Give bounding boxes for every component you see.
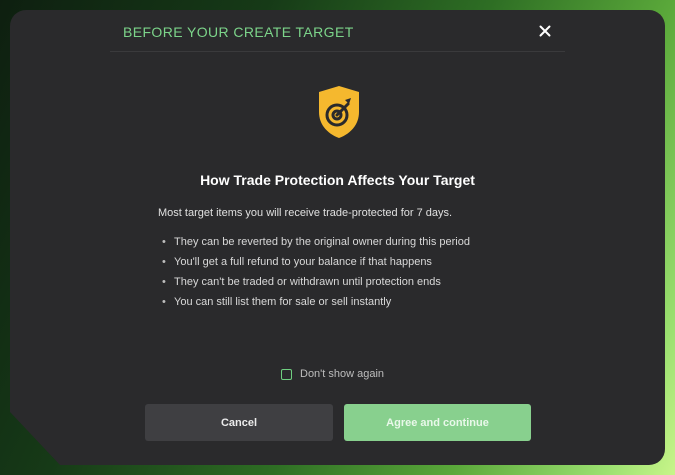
cancel-button[interactable]: Cancel (145, 404, 333, 441)
intro-text: Most target items you will receive trade… (158, 207, 453, 219)
modal-header: BEFORE YOUR CREATE TARGET (110, 10, 565, 52)
bullet-item: • They can be reverted by the original ow… (162, 236, 470, 248)
bullet-text: They can be reverted by the original own… (174, 236, 470, 248)
bullet-item: • You can still list them for sale or sel… (162, 296, 392, 308)
bullet-text: You can still list them for sale or sell… (174, 296, 392, 308)
dont-show-again-label[interactable]: Don't show again (300, 368, 384, 380)
bullet-text: They can't be traded or withdrawn until … (174, 276, 441, 288)
shield-target-icon (315, 84, 363, 140)
trade-protection-modal: BEFORE YOUR CREATE TARGET How Trade Prot… (10, 10, 665, 465)
modal-heading: How Trade Protection Affects Your Target (200, 172, 475, 188)
close-icon[interactable] (535, 21, 555, 41)
protection-bullet-list: • They can be reverted by the original ow… (162, 235, 470, 315)
bullet-item: • They can't be traded or withdrawn until… (162, 276, 441, 288)
agree-and-continue-button[interactable]: Agree and continue (344, 404, 531, 441)
bullet-item: • You'll get a full refund to your balanc… (162, 256, 432, 268)
dont-show-again-checkbox[interactable] (281, 368, 292, 380)
dont-show-again-row[interactable]: Don't show again (281, 367, 384, 381)
bullet-text: You'll get a full refund to your balance… (174, 256, 432, 268)
modal-title: BEFORE YOUR CREATE TARGET (123, 24, 354, 40)
